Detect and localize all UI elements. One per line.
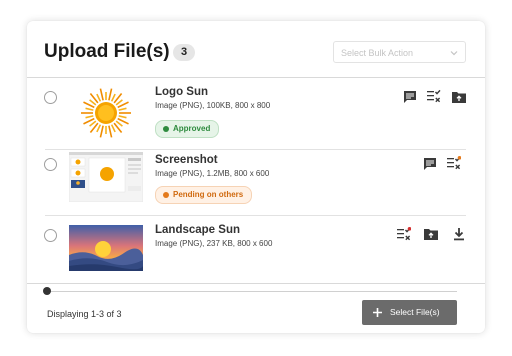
file-row: Screenshot Image (PNG), 1.2MB, 800 x 600… [27, 152, 485, 212]
checklist-icon[interactable] [397, 227, 411, 241]
checklist-icon[interactable] [427, 89, 441, 103]
status-label: Pending on others [173, 190, 244, 199]
page-title: Upload File(s) [44, 41, 170, 62]
row-select-radio[interactable] [44, 158, 57, 171]
status-dot [163, 192, 169, 198]
folder-upload-icon[interactable] [452, 90, 466, 104]
row-divider [45, 215, 466, 216]
upload-panel: Upload File(s) 3 Select Bulk Action Logo… [27, 21, 485, 333]
file-name: Screenshot [155, 154, 218, 166]
file-meta: Image (PNG), 100KB, 800 x 800 [155, 101, 271, 110]
file-meta: Image (PNG), 237 KB, 800 x 600 [155, 239, 273, 248]
file-count-badge: 3 [173, 44, 195, 61]
row-select-radio[interactable] [44, 91, 57, 104]
file-meta: Image (PNG), 1.2MB, 800 x 600 [155, 169, 270, 178]
select-files-label: Select File(s) [390, 307, 440, 317]
status-badge: Approved [155, 120, 220, 138]
select-files-button[interactable]: Select File(s) [362, 300, 457, 325]
chevron-down-icon [450, 51, 458, 56]
bulk-action-select[interactable]: Select Bulk Action [333, 41, 466, 63]
download-icon[interactable] [452, 227, 466, 241]
file-row: Landscape Sun Image (PNG), 237 KB, 800 x… [27, 218, 485, 278]
logo-sun-thumbnail [69, 83, 143, 139]
scroll-track[interactable] [45, 291, 457, 292]
file-row: Logo Sun Image (PNG), 100KB, 800 x 800 A… [27, 80, 485, 140]
row-select-radio[interactable] [44, 229, 57, 242]
status-badge: Pending on others [155, 186, 253, 204]
scroll-handle[interactable] [43, 287, 51, 295]
comment-icon[interactable] [403, 90, 417, 104]
landscape-sun-thumbnail [69, 225, 143, 271]
pagination-status: Displaying 1-3 of 3 [47, 309, 122, 319]
folder-upload-icon[interactable] [424, 227, 438, 241]
file-name: Landscape Sun [155, 224, 240, 236]
row-divider [45, 149, 466, 150]
comment-icon[interactable] [423, 157, 437, 171]
status-label: Approved [173, 124, 211, 133]
checklist-icon[interactable] [447, 156, 461, 170]
status-dot [163, 126, 169, 132]
list-divider [27, 283, 485, 284]
header-divider [27, 77, 485, 78]
plus-icon [373, 308, 382, 317]
file-name: Logo Sun [155, 86, 209, 98]
screenshot-thumbnail [69, 152, 143, 202]
bulk-action-placeholder: Select Bulk Action [341, 48, 414, 58]
